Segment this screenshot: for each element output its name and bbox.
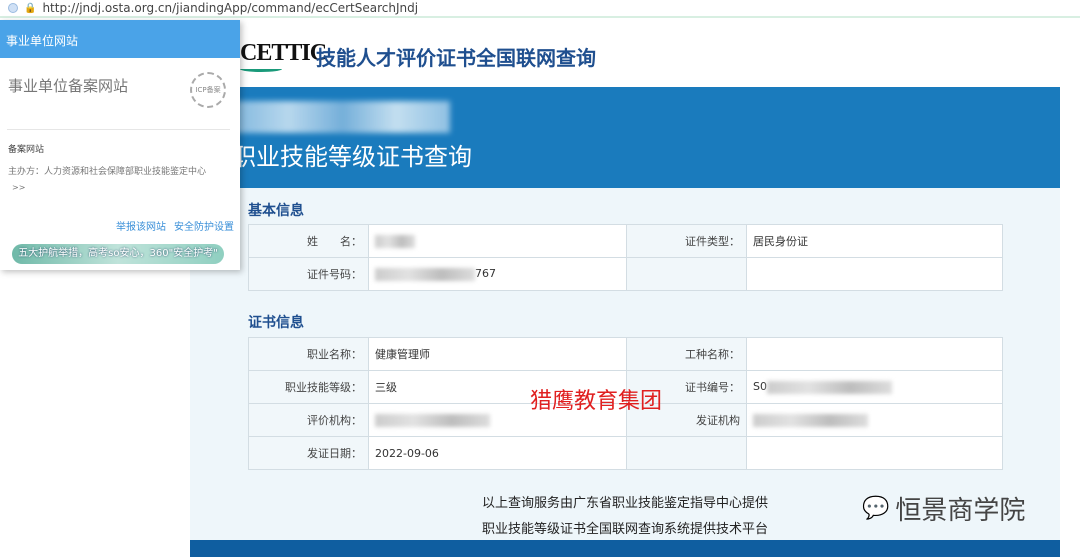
- label: 姓 名：: [248, 224, 369, 258]
- basic-info-table: 姓 名： 证件类型： 居民身份证 证件号码： 767: [248, 224, 1003, 291]
- basic-info-heading: 基本信息: [248, 203, 304, 219]
- table-row: 姓 名： 证件类型： 居民身份证: [248, 224, 1003, 258]
- value: 健康管理师: [368, 337, 627, 371]
- value: [746, 337, 1003, 371]
- report-link[interactable]: 举报该网站: [116, 218, 166, 233]
- table-row: 发证日期： 2022-09-06: [248, 436, 1003, 470]
- label: [626, 436, 747, 470]
- cert-prefix: S0: [753, 380, 767, 394]
- label: 职业名称：: [248, 337, 369, 371]
- label: 证件类型：: [626, 224, 747, 258]
- value: 2022-09-06: [368, 436, 627, 470]
- logo-swoosh: [240, 66, 282, 72]
- cert-info-heading: 证书信息: [248, 315, 304, 331]
- bottom-bar: [190, 540, 1060, 557]
- more-link[interactable]: >>: [12, 183, 25, 192]
- popup-title: 事业单位备案网站: [8, 77, 129, 95]
- section-label: 备案网站: [8, 145, 45, 155]
- value-cert-number: S0: [746, 370, 1003, 404]
- divider: [7, 129, 230, 130]
- wechat-icon: 💬: [862, 496, 890, 521]
- table-row: 证件号码： 767: [248, 257, 1003, 291]
- value-blurred: [746, 403, 1003, 437]
- watermark-text: 猎鹰教育集团: [530, 389, 663, 414]
- site-title: 技能人才评价证书全国联网查询: [316, 46, 596, 70]
- value-name: [368, 224, 627, 258]
- wechat-account: 恒景商学院: [895, 496, 1026, 526]
- wechat-watermark: 💬 恒景商学院: [862, 490, 1025, 527]
- value: 居民身份证: [746, 224, 1003, 258]
- label: 工种名称：: [626, 337, 747, 371]
- sponsor-text: 主办方：人力资源和社会保障部职业技能鉴定中心: [8, 167, 207, 177]
- label: 职业技能等级：: [248, 370, 369, 404]
- table-row: 职业名称： 健康管理师 工种名称：: [248, 337, 1003, 371]
- site-info-popup: 事业单位网站 事业单位备案网站 ICP备案 备案网站 主办方：人力资源和社会保障…: [0, 20, 240, 270]
- banner: 职业技能等级证书查询: [190, 87, 1060, 188]
- icp-seal-icon: ICP备案: [190, 72, 226, 108]
- label: [626, 257, 747, 291]
- value-id: 767: [368, 257, 627, 291]
- site-info-icon[interactable]: [8, 3, 18, 13]
- security-settings-link[interactable]: 安全防护设置: [174, 218, 234, 233]
- label: 评价机构：: [248, 403, 369, 437]
- url-text[interactable]: http://jndj.osta.org.cn/jiandingApp/comm…: [42, 1, 418, 15]
- promo-banner[interactable]: 五大护航举措，高考so安心，360"安全护考": [12, 244, 224, 264]
- label: 发证日期：: [248, 436, 369, 470]
- blurred-text: [235, 101, 450, 133]
- banner-title: 职业技能等级证书查询: [232, 143, 472, 171]
- id-suffix: 767: [475, 267, 496, 281]
- address-bar[interactable]: 🔒 http://jndj.osta.org.cn/jiandingApp/co…: [0, 0, 1080, 18]
- insecure-lock-icon[interactable]: 🔒: [24, 3, 36, 14]
- value: [746, 436, 1003, 470]
- label: 证件号码：: [248, 257, 369, 291]
- cettic-logo: CETTIC: [240, 40, 327, 66]
- result-panel: 职业技能等级证书查询 基本信息 姓 名： 证件类型： 居民身份证 证件号码： 7…: [190, 87, 1060, 557]
- value: [746, 257, 1003, 291]
- popup-header: 事业单位网站: [0, 20, 240, 58]
